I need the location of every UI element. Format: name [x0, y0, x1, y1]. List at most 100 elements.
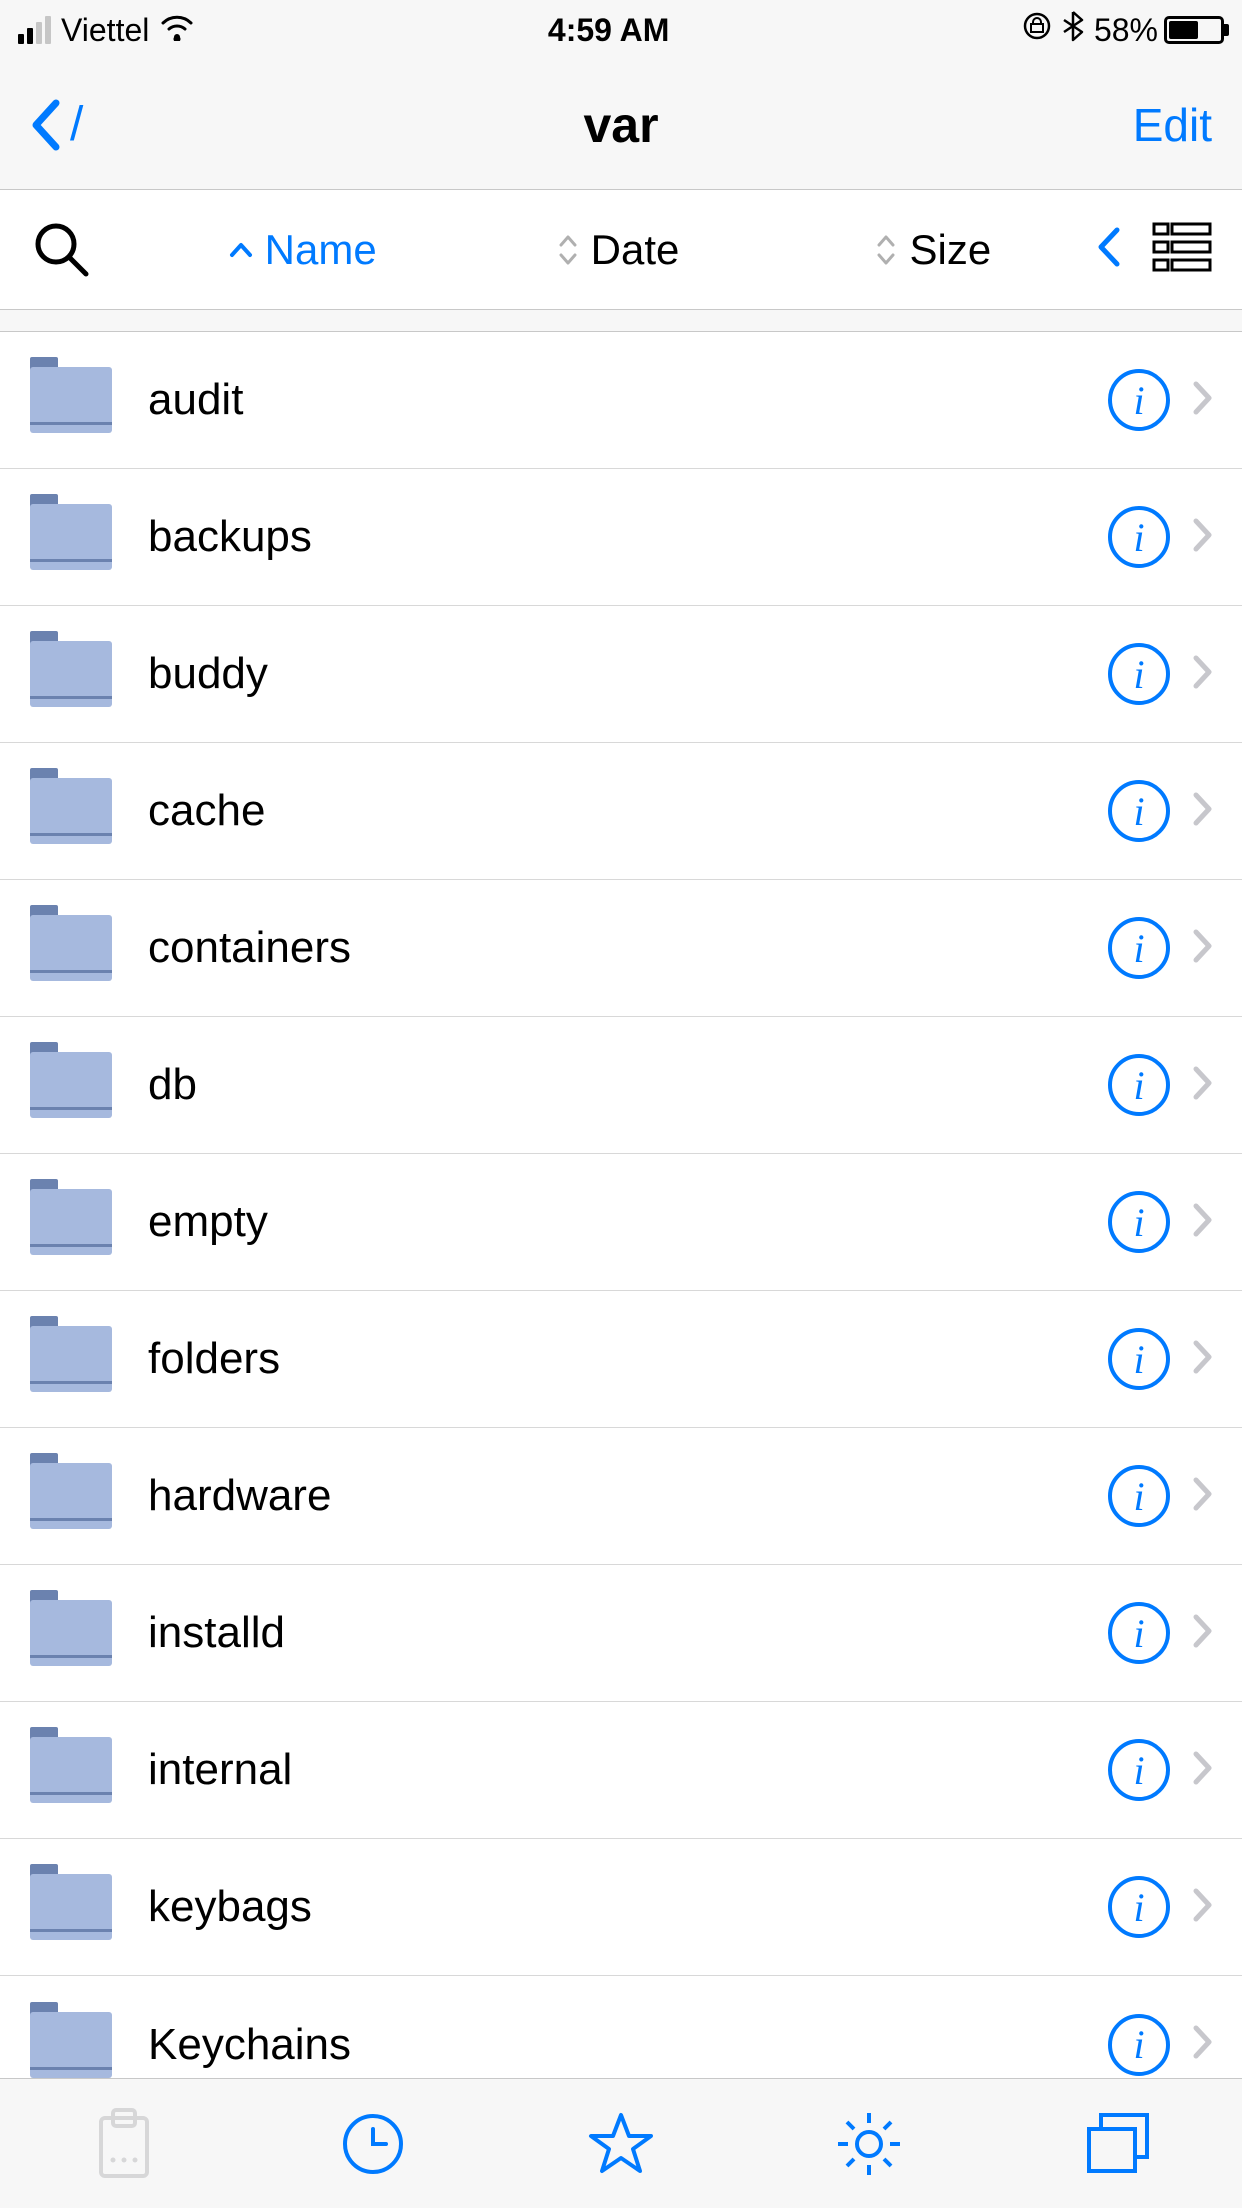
chevron-right-icon: [1192, 1339, 1214, 1380]
chevron-right-icon: [1192, 654, 1214, 695]
back-button[interactable]: /: [30, 97, 83, 152]
sort-toolbar: Name Date Size: [0, 190, 1242, 310]
chevron-right-icon: [1192, 1065, 1214, 1106]
file-row[interactable]: folders i: [0, 1291, 1242, 1428]
file-row[interactable]: audit i: [0, 332, 1242, 469]
info-button[interactable]: i: [1108, 917, 1170, 979]
sort-by-date[interactable]: Date: [465, 226, 770, 274]
info-button[interactable]: i: [1108, 1602, 1170, 1664]
folder-icon: [30, 1737, 112, 1803]
bluetooth-icon: [1062, 10, 1084, 50]
file-row[interactable]: cache i: [0, 743, 1242, 880]
status-time: 4:59 AM: [548, 12, 670, 49]
tab-favorites[interactable]: [497, 2079, 745, 2208]
wifi-icon: [159, 11, 195, 50]
folder-icon: [30, 1189, 112, 1255]
folder-icon: [30, 778, 112, 844]
info-button[interactable]: i: [1108, 1876, 1170, 1938]
sort-by-name[interactable]: Name: [150, 226, 455, 274]
nav-prev-button[interactable]: [1096, 226, 1122, 273]
file-row[interactable]: buddy i: [0, 606, 1242, 743]
navigation-bar: / var Edit: [0, 60, 1242, 190]
sort-by-size[interactable]: Size: [781, 226, 1086, 274]
sort-name-label: Name: [265, 226, 377, 274]
info-button[interactable]: i: [1108, 780, 1170, 842]
info-button[interactable]: i: [1108, 1054, 1170, 1116]
edit-button[interactable]: Edit: [1133, 98, 1212, 152]
file-name: hardware: [148, 1471, 1108, 1521]
star-icon: [586, 2109, 656, 2179]
file-row[interactable]: keybags i: [0, 1839, 1242, 1976]
file-name: buddy: [148, 649, 1108, 699]
info-button[interactable]: i: [1108, 2014, 1170, 2076]
chevron-right-icon: [1192, 1476, 1214, 1517]
search-icon: [30, 218, 94, 282]
info-button[interactable]: i: [1108, 1191, 1170, 1253]
file-name: Keychains: [148, 2020, 1108, 2070]
chevron-left-icon: [30, 99, 62, 151]
chevron-right-icon: [1192, 380, 1214, 421]
file-row[interactable]: containers i: [0, 880, 1242, 1017]
file-row[interactable]: empty i: [0, 1154, 1242, 1291]
file-name: empty: [148, 1197, 1108, 1247]
folder-icon: [30, 2012, 112, 2078]
tab-clipboard[interactable]: [0, 2079, 248, 2208]
folder-icon: [30, 1600, 112, 1666]
signal-strength-icon: [18, 16, 51, 44]
chevron-left-icon: [1096, 226, 1122, 268]
folder-icon: [30, 1052, 112, 1118]
info-button[interactable]: i: [1108, 506, 1170, 568]
file-row[interactable]: hardware i: [0, 1428, 1242, 1565]
info-button[interactable]: i: [1108, 1739, 1170, 1801]
tab-recent[interactable]: [248, 2079, 496, 2208]
folder-icon: [30, 1463, 112, 1529]
battery-icon: [1164, 16, 1224, 44]
folder-icon: [30, 915, 112, 981]
folder-icon: [30, 367, 112, 433]
carrier-label: Viettel: [61, 12, 149, 49]
status-bar: Viettel 4:59 AM 58%: [0, 0, 1242, 60]
chevron-up-icon: [229, 241, 253, 259]
windows-icon: [1083, 2111, 1153, 2177]
folder-icon: [30, 1326, 112, 1392]
sort-arrows-icon: [557, 233, 579, 267]
battery-percent: 58%: [1094, 12, 1158, 49]
folder-icon: [30, 504, 112, 570]
chevron-right-icon: [1192, 517, 1214, 558]
info-button[interactable]: i: [1108, 1465, 1170, 1527]
orientation-lock-icon: [1022, 11, 1052, 49]
chevron-right-icon: [1192, 1613, 1214, 1654]
gear-icon: [834, 2109, 904, 2179]
page-title: var: [583, 96, 658, 154]
view-mode-button[interactable]: [1152, 222, 1212, 277]
separator: [0, 310, 1242, 332]
file-row[interactable]: internal i: [0, 1702, 1242, 1839]
info-button[interactable]: i: [1108, 643, 1170, 705]
tab-bar: [0, 2078, 1242, 2208]
sort-date-label: Date: [591, 226, 680, 274]
back-label: /: [70, 97, 83, 152]
chevron-right-icon: [1192, 791, 1214, 832]
folder-icon: [30, 1874, 112, 1940]
tab-settings[interactable]: [745, 2079, 993, 2208]
info-button[interactable]: i: [1108, 369, 1170, 431]
file-name: cache: [148, 786, 1108, 836]
file-name: installd: [148, 1608, 1108, 1658]
file-row[interactable]: db i: [0, 1017, 1242, 1154]
file-name: keybags: [148, 1882, 1108, 1932]
file-row[interactable]: installd i: [0, 1565, 1242, 1702]
file-name: audit: [148, 375, 1108, 425]
file-name: containers: [148, 923, 1108, 973]
clock-icon: [340, 2111, 406, 2177]
search-button[interactable]: [30, 218, 140, 282]
file-name: backups: [148, 512, 1108, 562]
chevron-right-icon: [1192, 2024, 1214, 2065]
list-view-icon: [1152, 222, 1212, 272]
chevron-right-icon: [1192, 1887, 1214, 1928]
tab-windows[interactable]: [994, 2079, 1242, 2208]
sort-arrows-icon: [875, 233, 897, 267]
info-button[interactable]: i: [1108, 1328, 1170, 1390]
file-row[interactable]: backups i: [0, 469, 1242, 606]
sort-size-label: Size: [909, 226, 991, 274]
file-name: folders: [148, 1334, 1108, 1384]
